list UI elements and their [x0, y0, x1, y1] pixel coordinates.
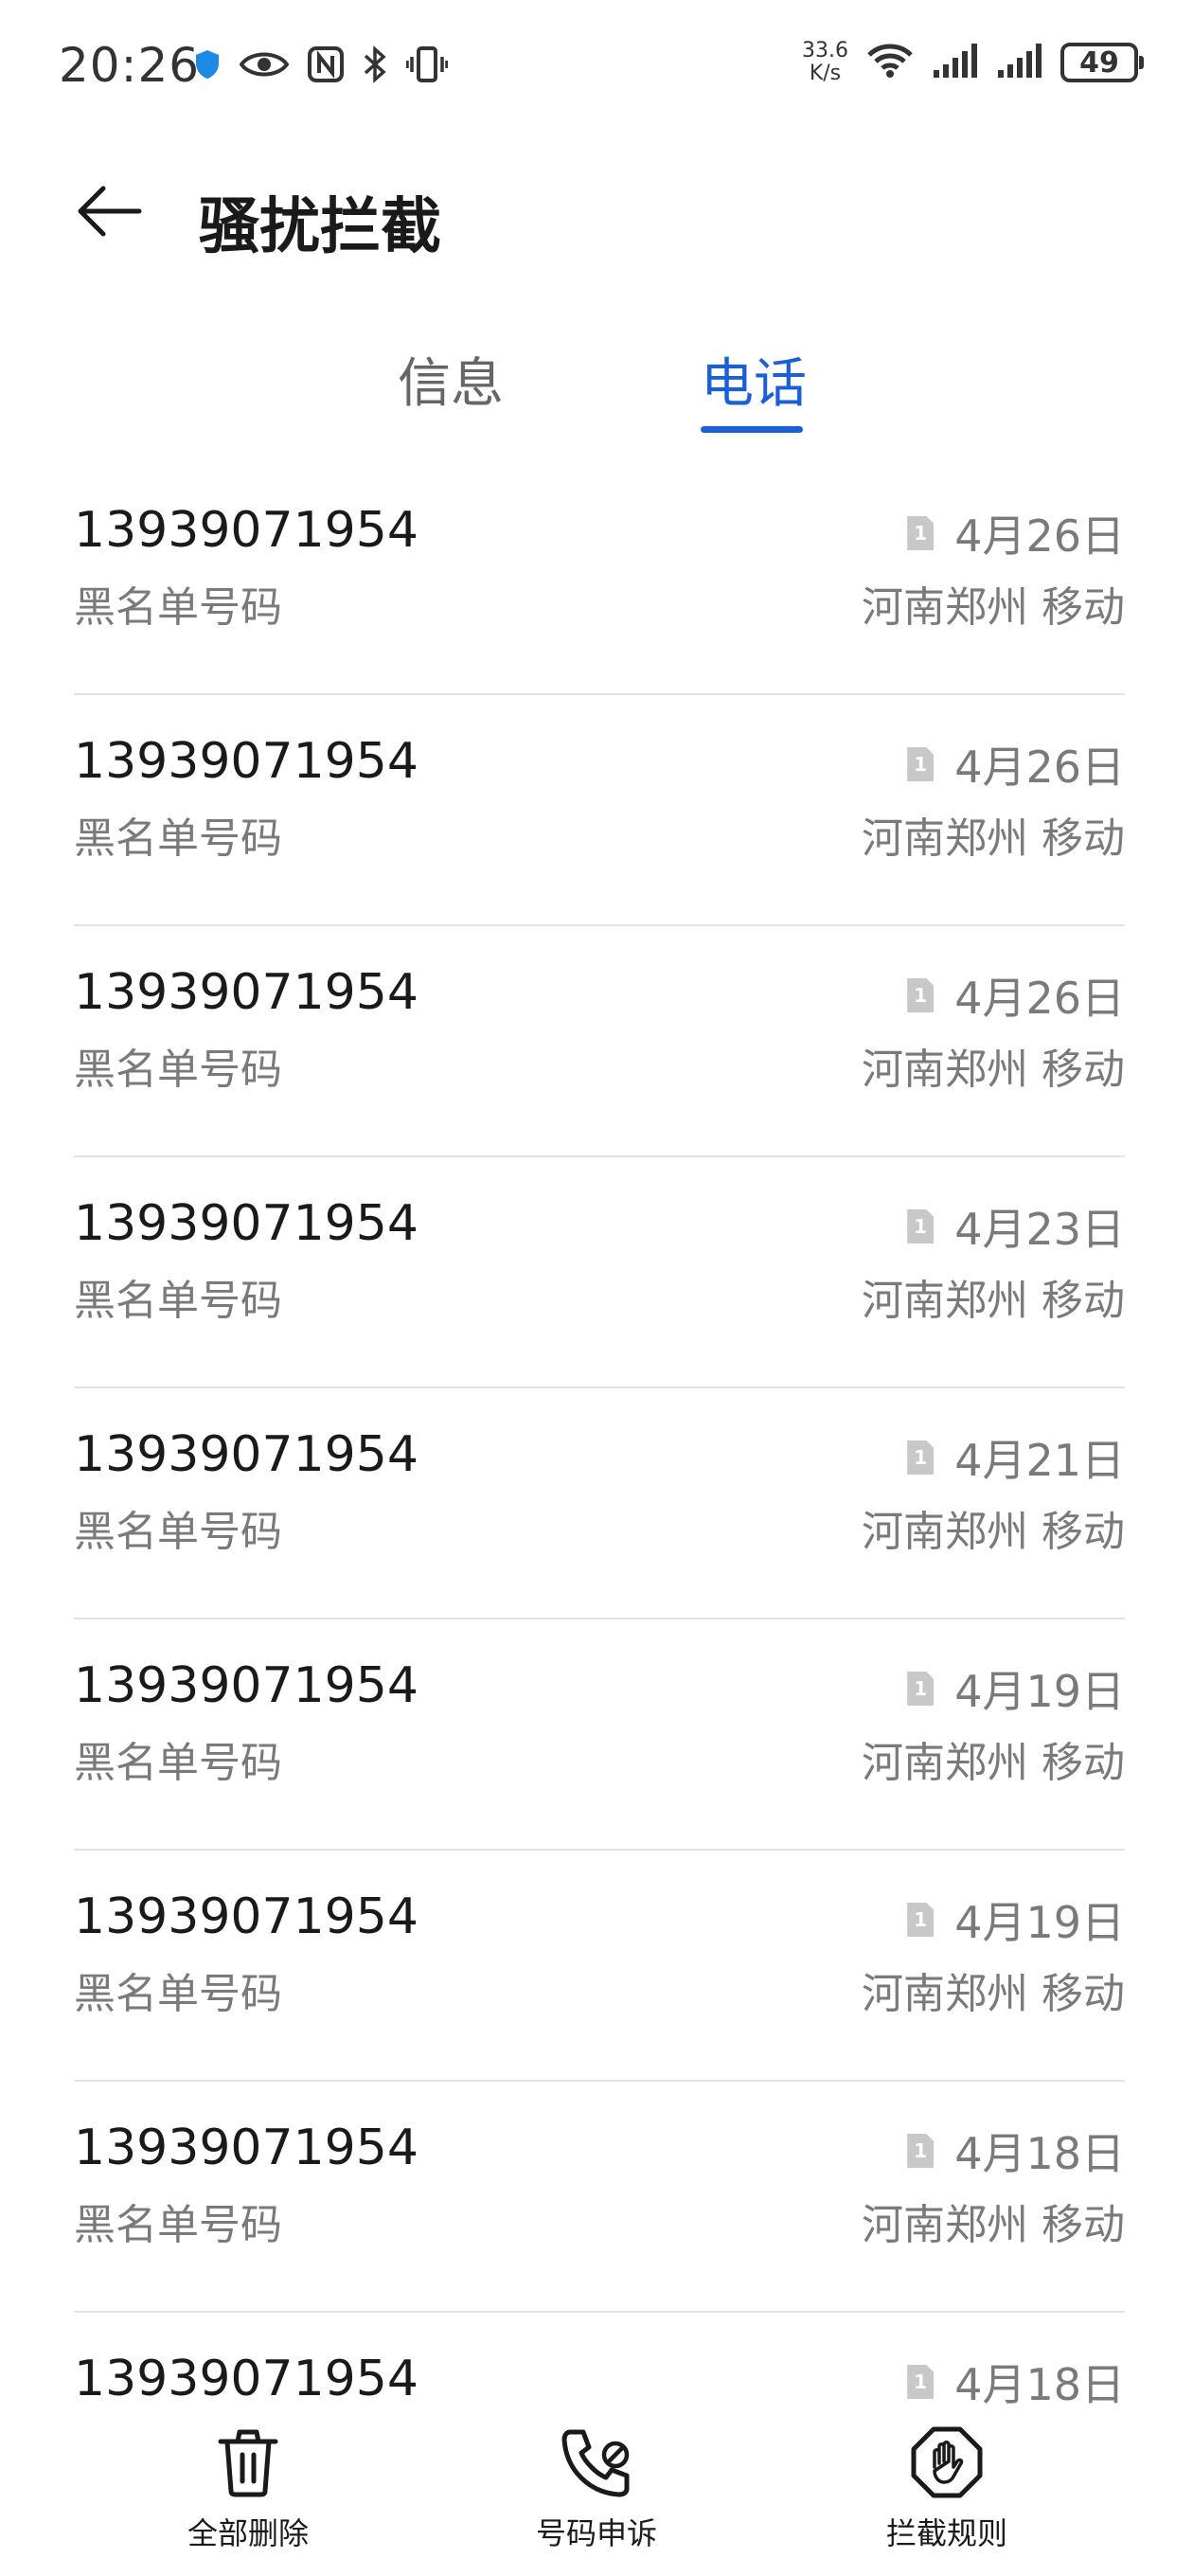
status-bar: 20:26 33.6 K/s 49	[0, 0, 1193, 142]
list-item[interactable]: 13939071954 黑名单号码 1 4月26日 河南郑州 移动	[74, 695, 1125, 926]
list-item[interactable]: 13939071954 黑名单号码 1 4月19日 河南郑州 移动	[74, 1851, 1125, 2082]
blocked-calls-list: 13939071954 黑名单号码 1 4月26日 河南郑州 移动 139390…	[74, 464, 1125, 2544]
call-number: 13939071954	[74, 502, 418, 559]
bluetooth-icon	[363, 45, 387, 87]
call-date: 4月19日	[954, 1897, 1125, 1948]
sim-card-icon: 1	[907, 1903, 935, 1937]
call-date-wrap: 1 4月18日	[907, 2120, 1125, 2182]
call-date: 4月26日	[954, 742, 1125, 793]
call-date-wrap: 1 4月18日	[907, 2351, 1125, 2413]
nfc-icon	[308, 46, 344, 86]
call-location: 河南郑州 移动	[862, 1046, 1125, 1094]
call-number: 13939071954	[74, 2120, 418, 2176]
call-number: 13939071954	[74, 1426, 418, 1483]
call-tag: 黑名单号码	[74, 814, 282, 863]
call-tag: 黑名单号码	[74, 583, 282, 632]
status-right-icons: 33.6 K/s 49	[802, 40, 1144, 85]
status-left-icons	[194, 45, 449, 87]
call-location: 河南郑州 移动	[862, 1277, 1125, 1325]
bottom-toolbar: 全部删除 号码申诉 拦截规则	[0, 2406, 1193, 2576]
list-item[interactable]: 13939071954 黑名单号码 1 4月23日 河南郑州 移动	[74, 1157, 1125, 1388]
call-location: 河南郑州 移动	[862, 1508, 1125, 1556]
call-tag: 黑名单号码	[74, 1277, 282, 1325]
status-time: 20:26	[59, 38, 201, 93]
call-location: 河南郑州 移动	[862, 583, 1125, 632]
delete-all-button[interactable]: 全部删除	[106, 2424, 390, 2553]
battery-indicator: 49	[1060, 43, 1144, 82]
hand-stop-icon	[909, 2424, 985, 2500]
active-tab-indicator	[701, 426, 803, 433]
call-location: 河南郑州 移动	[862, 1739, 1125, 1787]
tab-calls[interactable]: 电话	[701, 341, 807, 418]
call-number: 13939071954	[74, 1195, 418, 1252]
sim-card-icon: 1	[907, 1440, 935, 1475]
call-date: 4月18日	[954, 2128, 1125, 2179]
call-number: 13939071954	[74, 2351, 418, 2407]
wifi-icon	[865, 42, 915, 83]
call-date-wrap: 1 4月19日	[907, 1657, 1125, 1720]
call-number: 13939071954	[74, 964, 418, 1021]
sim-card-icon: 1	[907, 747, 935, 781]
phone-appeal-icon	[559, 2424, 634, 2500]
call-date-wrap: 1 4月26日	[907, 733, 1125, 796]
call-date-wrap: 1 4月19日	[907, 1888, 1125, 1951]
call-number: 13939071954	[74, 1888, 418, 1945]
signal-icon	[996, 42, 1043, 83]
call-date: 4月21日	[954, 1435, 1125, 1486]
call-number: 13939071954	[74, 733, 418, 790]
list-item[interactable]: 13939071954 黑名单号码 1 4月19日 河南郑州 移动	[74, 1619, 1125, 1851]
sim-card-icon: 1	[907, 516, 935, 550]
tab-bar: 信息 电话	[0, 331, 1193, 445]
call-date: 4月18日	[954, 2359, 1125, 2410]
battery-level: 49	[1079, 45, 1119, 80]
back-button[interactable]	[66, 170, 151, 256]
trash-icon	[210, 2424, 286, 2500]
call-date: 4月19日	[954, 1666, 1125, 1717]
call-date-wrap: 1 4月21日	[907, 1426, 1125, 1489]
header: 骚扰拦截	[0, 142, 1193, 284]
shield-icon	[194, 49, 221, 83]
vibrate-icon	[405, 45, 449, 87]
call-date-wrap: 1 4月26日	[907, 502, 1125, 564]
call-tag: 黑名单号码	[74, 1739, 282, 1787]
call-location: 河南郑州 移动	[862, 814, 1125, 863]
block-rules-button[interactable]: 拦截规则	[805, 2424, 1089, 2553]
sim-card-icon: 1	[907, 1209, 935, 1243]
eye-icon	[239, 48, 290, 84]
call-tag: 黑名单号码	[74, 1046, 282, 1094]
list-item[interactable]: 13939071954 黑名单号码 1 4月18日 河南郑州 移动	[74, 2082, 1125, 2313]
network-speed-value: 33.6	[802, 39, 848, 63]
call-date: 4月26日	[954, 510, 1125, 562]
call-date: 4月26日	[954, 973, 1125, 1024]
tab-messages[interactable]: 信息	[398, 341, 504, 418]
call-location: 河南郑州 移动	[862, 2201, 1125, 2249]
delete-all-label: 全部删除	[187, 2515, 309, 2551]
list-item[interactable]: 13939071954 黑名单号码 1 4月26日 河南郑州 移动	[74, 926, 1125, 1157]
call-location: 河南郑州 移动	[862, 1970, 1125, 2018]
network-speed-unit: K/s	[809, 62, 842, 85]
page-title: 骚扰拦截	[199, 192, 441, 262]
sim-card-icon: 1	[907, 978, 935, 1012]
list-item[interactable]: 13939071954 黑名单号码 1 4月21日 河南郑州 移动	[74, 1388, 1125, 1619]
number-appeal-label: 号码申诉	[535, 2515, 657, 2551]
block-rules-label: 拦截规则	[885, 2515, 1007, 2551]
sim-card-icon: 1	[907, 2365, 935, 2399]
sim-card-icon: 1	[907, 1672, 935, 1706]
sim-card-icon: 1	[907, 2134, 935, 2168]
list-item[interactable]: 13939071954 黑名单号码 1 4月26日 河南郑州 移动	[74, 464, 1125, 695]
signal-icon	[932, 42, 979, 83]
number-appeal-button[interactable]: 号码申诉	[454, 2424, 739, 2553]
call-tag: 黑名单号码	[74, 1970, 282, 2018]
call-date-wrap: 1 4月26日	[907, 964, 1125, 1027]
call-date: 4月23日	[954, 1204, 1125, 1255]
arrow-left-icon	[75, 183, 143, 243]
call-number: 13939071954	[74, 1657, 418, 1714]
call-tag: 黑名单号码	[74, 1508, 282, 1556]
call-tag: 黑名单号码	[74, 2201, 282, 2249]
call-date-wrap: 1 4月23日	[907, 1195, 1125, 1258]
network-speed: 33.6 K/s	[802, 40, 848, 85]
